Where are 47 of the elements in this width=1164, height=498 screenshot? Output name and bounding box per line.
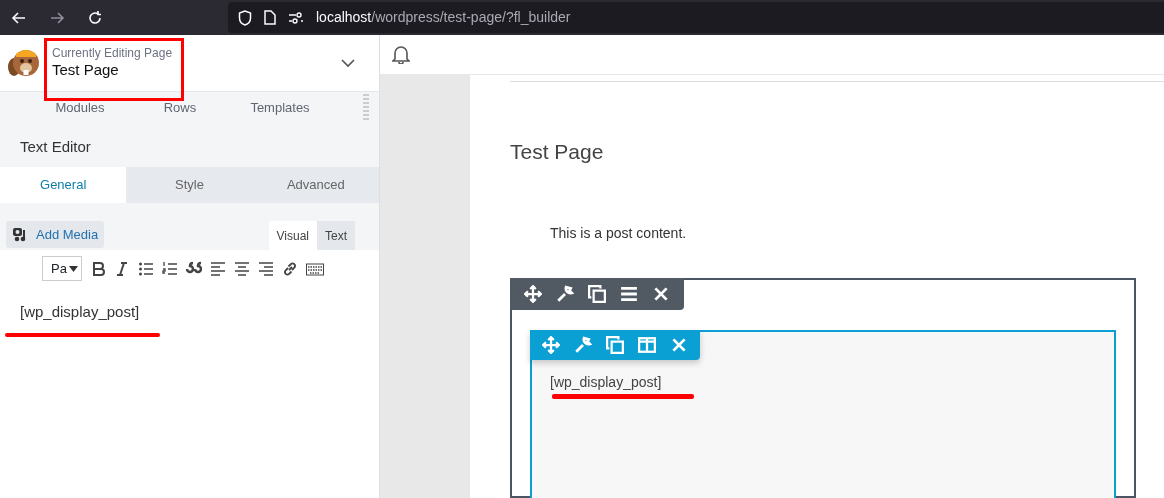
columns-icon[interactable]: [638, 336, 656, 354]
add-media-button[interactable]: Add Media: [6, 220, 105, 248]
settings-tab[interactable]: General: [0, 166, 127, 203]
close-icon[interactable]: [652, 285, 670, 303]
duplicate-icon[interactable]: [606, 336, 624, 354]
drag-handle-icon[interactable]: [363, 93, 369, 123]
shield-icon: [238, 9, 252, 26]
link-icon[interactable]: [282, 260, 298, 277]
italic-icon[interactable]: [114, 260, 130, 277]
reload-icon: [87, 9, 103, 26]
module-text: [wp_display_post]: [550, 373, 663, 392]
url-host: localhost: [316, 9, 372, 25]
forward-arrow-icon: [49, 9, 65, 26]
format-select[interactable]: Pa: [42, 256, 82, 281]
chevron-down-icon[interactable]: [341, 58, 355, 68]
align-left-icon[interactable]: [210, 260, 226, 277]
editing-label: Currently Editing Page: [52, 46, 174, 61]
numbered-list-icon[interactable]: [162, 260, 178, 277]
page-icon: [264, 10, 276, 25]
settings-icon: [288, 11, 304, 24]
menu-icon[interactable]: [620, 285, 638, 303]
bold-icon[interactable]: [90, 260, 106, 277]
align-center-icon[interactable]: [234, 260, 250, 277]
duplicate-icon[interactable]: [588, 285, 606, 303]
bullet-list-icon[interactable]: [138, 260, 154, 277]
panel-tab[interactable]: Templates: [230, 98, 330, 118]
editor-text: [wp_display_post]: [20, 303, 140, 320]
move-icon[interactable]: [524, 285, 542, 303]
module-title: Text Editor: [0, 124, 379, 167]
url-path: /wordpress/test-page/?fl_builder: [371, 9, 571, 25]
address-bar[interactable]: localhost/wordpress/test-page/?fl_builder: [228, 2, 1164, 33]
close-icon[interactable]: [670, 336, 688, 354]
wrench-icon[interactable]: [556, 285, 574, 303]
caret-icon: [68, 265, 78, 272]
page-title: Test Page: [52, 60, 120, 80]
editor-mode-tab[interactable]: Visual: [268, 221, 317, 250]
bell-icon[interactable]: [392, 44, 410, 65]
align-right-icon[interactable]: [258, 260, 274, 277]
post-title: Test Page: [510, 138, 605, 165]
move-icon[interactable]: [542, 336, 560, 354]
panel-tab[interactable]: Rows: [130, 98, 230, 118]
wrench-icon[interactable]: [574, 336, 592, 354]
editor-mode-tab[interactable]: Text: [317, 221, 355, 250]
post-content: This is a post content.: [550, 224, 688, 243]
back-arrow-icon: [11, 9, 27, 26]
keyboard-icon[interactable]: [306, 260, 324, 277]
panel-tab[interactable]: Modules: [30, 98, 130, 118]
